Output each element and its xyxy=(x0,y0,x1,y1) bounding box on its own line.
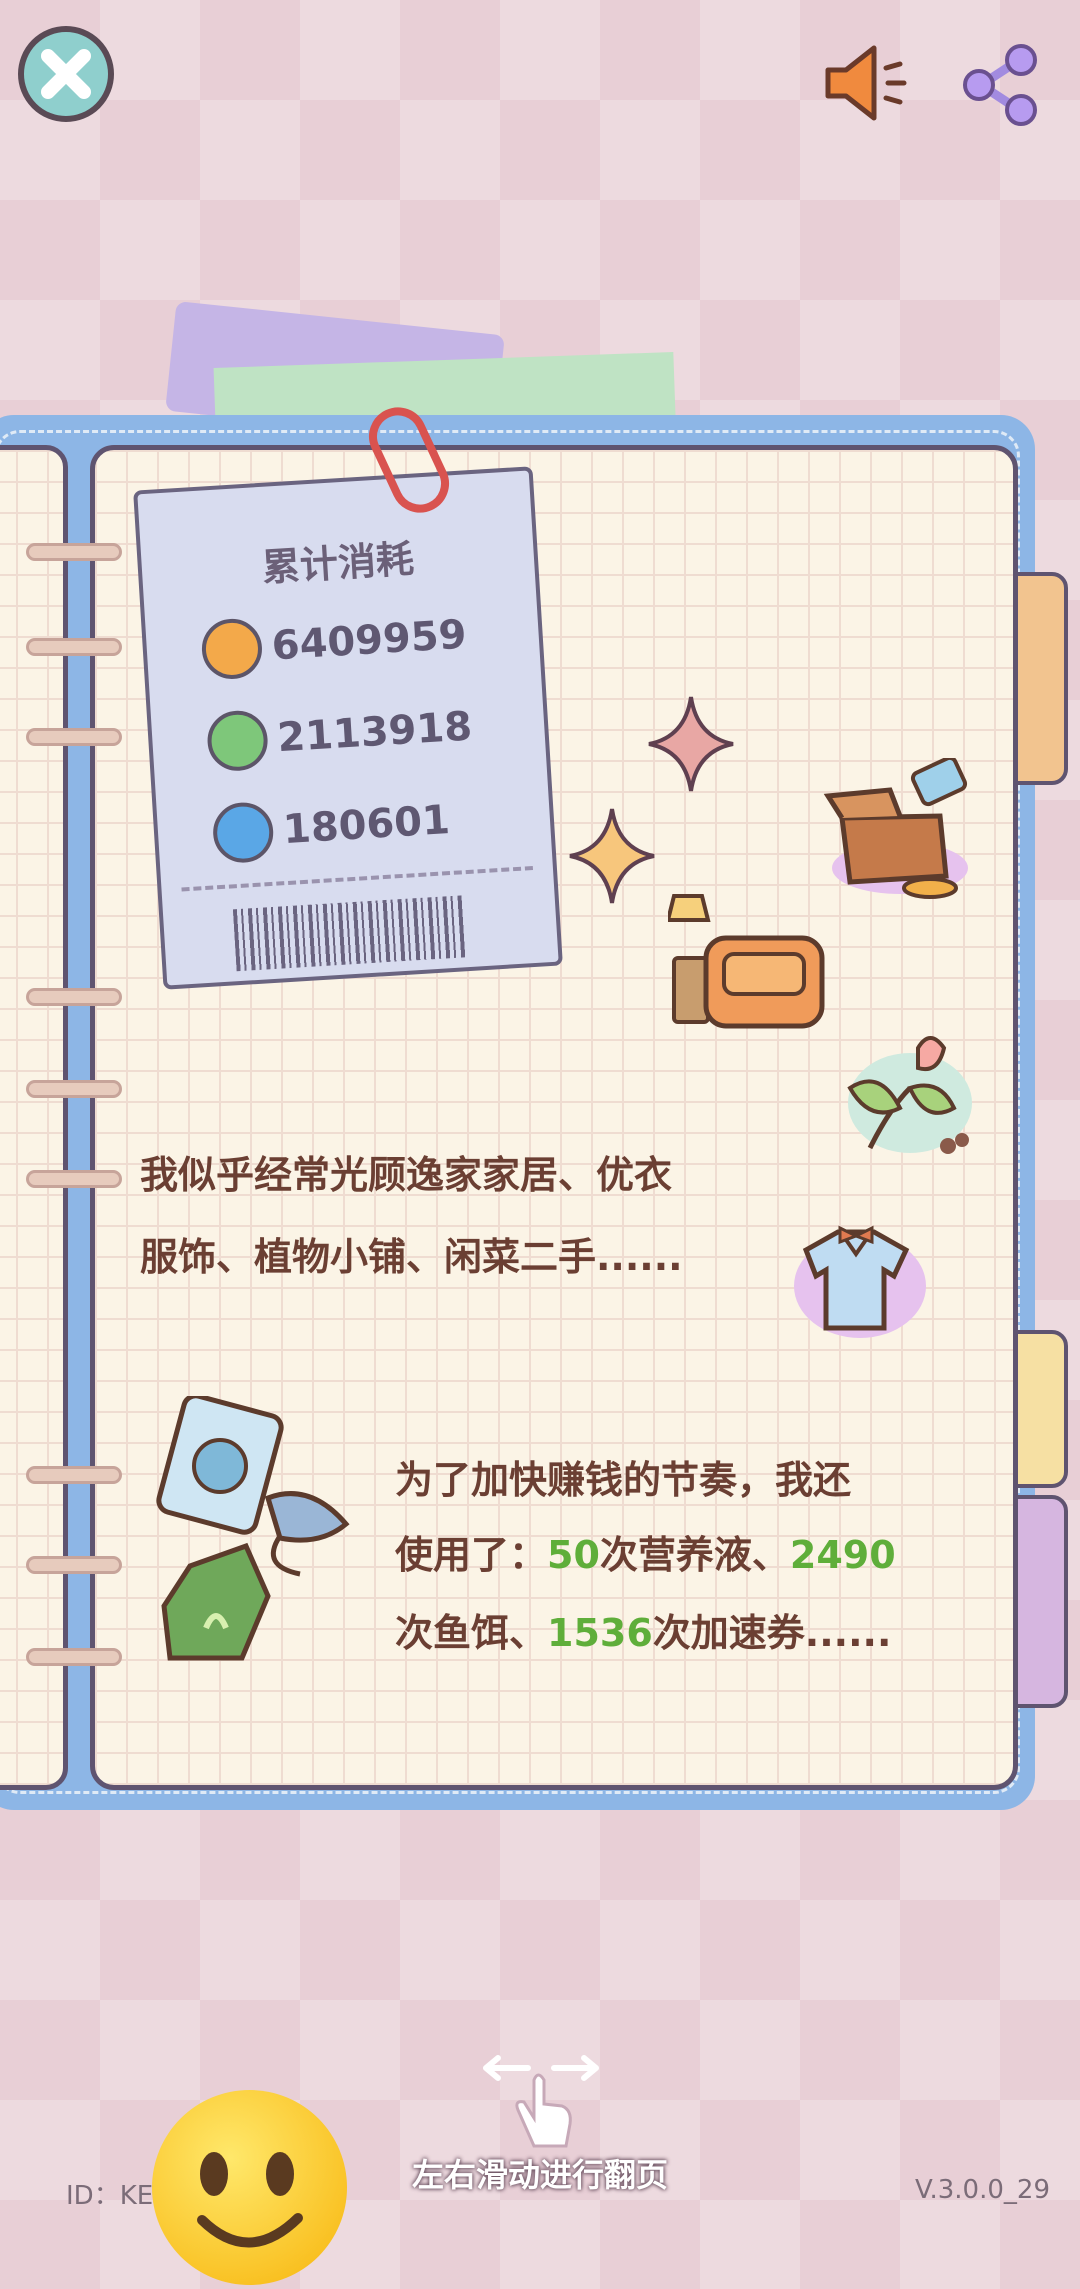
close-button[interactable] xyxy=(18,26,114,122)
orange-coin-icon xyxy=(200,617,264,681)
boost-text-line: 使用了：50次营养液、2490 xyxy=(395,1520,896,1590)
share-icon xyxy=(963,44,1037,126)
ticket-title: 累计消耗 xyxy=(260,536,416,590)
boost-items-icon xyxy=(156,1396,350,1661)
furniture-icon xyxy=(668,894,825,1029)
nutrient-count: 50 xyxy=(547,1533,600,1577)
binder-ring xyxy=(26,1080,122,1098)
ticket-value: 180601 xyxy=(281,796,452,854)
boost-text-segment: 次加速券...... xyxy=(652,1611,892,1655)
boost-text-segment: 使用了： xyxy=(395,1533,548,1577)
share-button[interactable] xyxy=(955,40,1045,130)
boost-text-line: 次鱼饵、1536次加速券...... xyxy=(395,1598,891,1668)
stores-text-line: 我似乎经常光顾逸家家居、优衣 xyxy=(140,1153,673,1197)
bait-count: 2490 xyxy=(789,1533,896,1577)
ticket-value: 6409959 xyxy=(270,611,468,670)
box-tag-icon xyxy=(823,758,968,899)
sound-button[interactable] xyxy=(820,38,910,128)
plant-icon xyxy=(847,1036,972,1154)
stores-text-line: 服饰、植物小铺、闲菜二手...... xyxy=(140,1235,683,1279)
ticket-divider xyxy=(181,865,534,892)
ticket-value: 2113918 xyxy=(276,703,474,762)
binder-ring xyxy=(26,543,122,561)
boost-text-segment: 次营养液、 xyxy=(599,1533,790,1577)
binder-ring xyxy=(26,638,122,656)
swipe-hand-icon xyxy=(483,2055,599,2148)
notebook-tab-purple[interactable] xyxy=(1010,1495,1068,1708)
barcode xyxy=(232,895,467,972)
ticket-row: 180601 xyxy=(211,790,452,865)
blue-swirl-coin-icon xyxy=(211,800,275,865)
binder-ring xyxy=(26,988,122,1006)
sparkle-icon xyxy=(648,696,734,792)
binder-ring xyxy=(26,728,122,746)
speaker-icon xyxy=(825,45,907,121)
binder-ring xyxy=(26,1648,122,1666)
sparkle-icon xyxy=(569,808,655,904)
clothing-icon xyxy=(794,1225,926,1338)
binder-ring xyxy=(26,1466,122,1484)
version-label: V.3.0.0_29 xyxy=(915,2175,1050,2205)
binder-ring xyxy=(26,1556,122,1574)
close-icon xyxy=(41,49,91,99)
green-leaf-coin-icon xyxy=(205,708,270,773)
boost-text-line: 为了加快赚钱的节奏，我还 xyxy=(395,1458,852,1502)
notebook-tab-yellow[interactable] xyxy=(1010,1330,1068,1488)
boost-text-segment: 次鱼饵、 xyxy=(395,1611,548,1655)
ticket-row: 6409959 xyxy=(200,605,468,681)
ticket-row: 2113918 xyxy=(205,696,474,773)
speedup-count: 1536 xyxy=(547,1611,653,1655)
consumption-ticket: 累计消耗 6409959 2113918 180601 xyxy=(133,466,563,990)
notebook-tab-orange[interactable] xyxy=(1010,572,1068,785)
binder-ring xyxy=(26,1170,122,1188)
